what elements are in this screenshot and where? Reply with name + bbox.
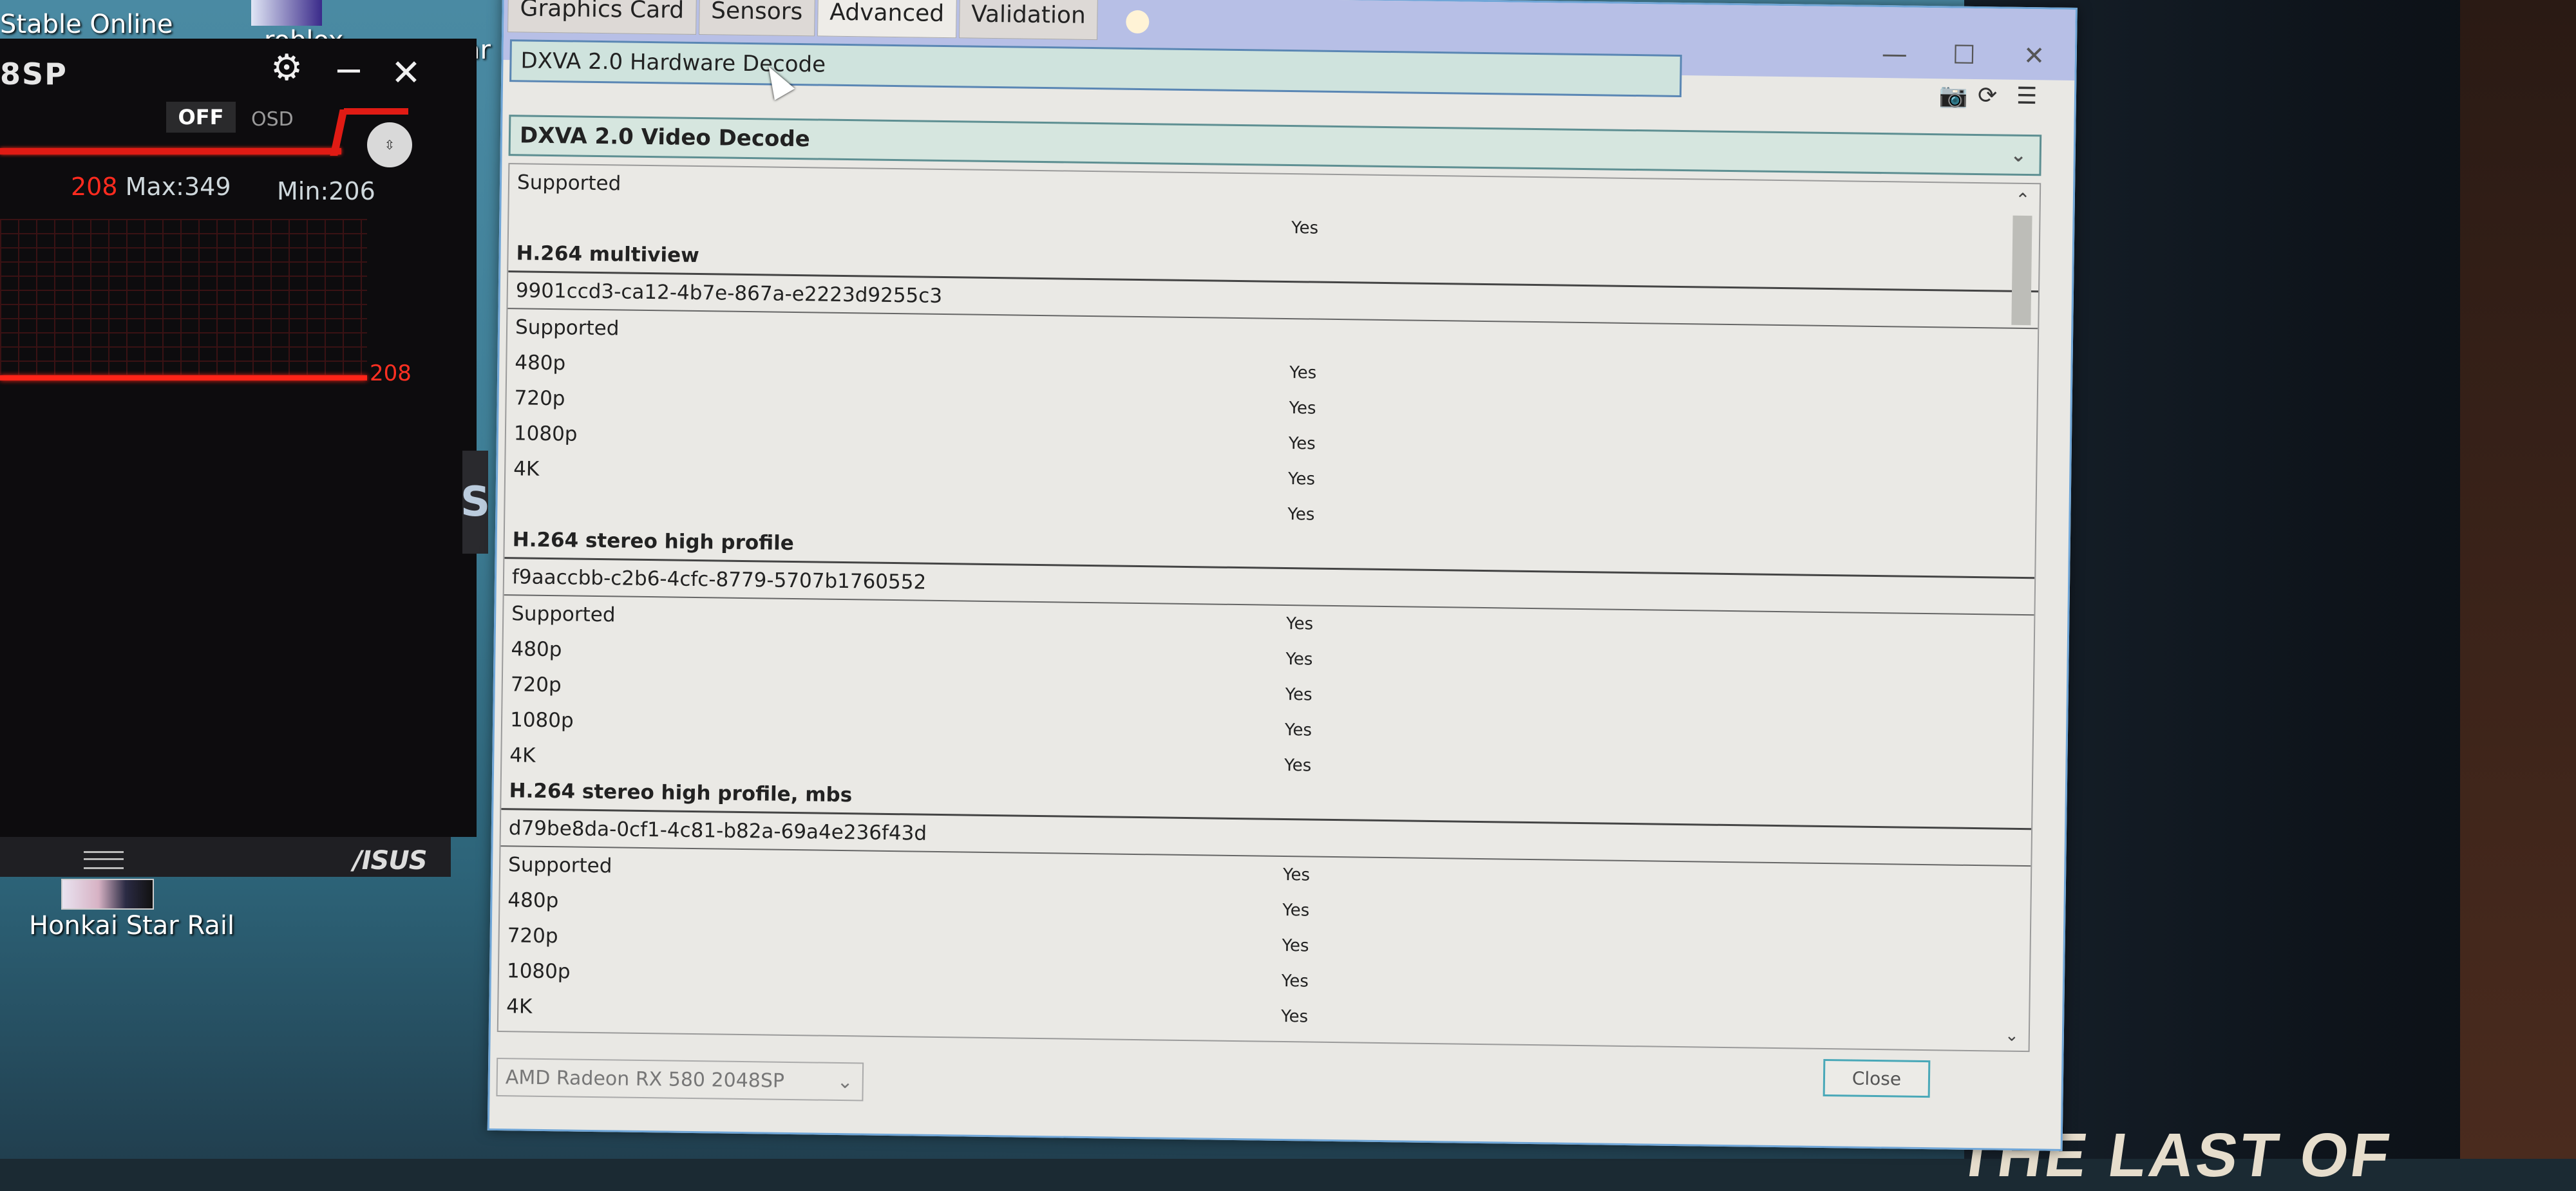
row-label: 4K <box>506 994 533 1018</box>
row-value: Yes <box>1285 614 1314 634</box>
monitor-graph-grid <box>0 219 367 380</box>
gear-icon[interactable]: ⚙ <box>270 50 303 86</box>
chevron-down-icon: ⌄ <box>837 1070 854 1093</box>
row-label: H.264 stereo high profile, mbs <box>509 778 853 807</box>
close-button[interactable]: Close <box>1823 1058 1931 1098</box>
scroll-down-icon[interactable]: ⌄ <box>1999 1026 2025 1046</box>
row-label: 480p <box>511 637 562 661</box>
close-window-button[interactable]: ✕ <box>2023 41 2045 71</box>
desktop-icon-stable-online[interactable]: Stable Online <box>0 10 173 39</box>
camera-icon[interactable]: 📷 <box>1939 82 1968 109</box>
row-label: Supported <box>511 601 616 626</box>
hamburger-menu-icon[interactable] <box>84 851 124 869</box>
close-icon[interactable]: ✕ <box>391 55 421 91</box>
row-value: Yes <box>1285 684 1312 705</box>
row-value: Yes <box>1282 865 1311 885</box>
row-label: 1080p <box>506 959 571 984</box>
max-value: Max:349 <box>125 173 231 201</box>
row-label: 480p <box>515 350 566 375</box>
monitor-graph-value: 208 <box>370 361 412 386</box>
monitor-graph-line <box>0 375 367 380</box>
row-value: Yes <box>1282 900 1310 921</box>
row-value: Yes <box>1289 398 1316 418</box>
desktop-icon-honkai-star-rail[interactable]: Honkai Star Rail <box>29 911 234 941</box>
refresh-icon[interactable]: ⟳ <box>1978 82 1998 109</box>
decoder-list: Supported Yes H.264 multiview 9901ccd3-ca12… <box>497 163 2041 1053</box>
row-label: H.264 multiview <box>516 241 699 267</box>
row-label: 720p <box>514 386 565 410</box>
row-value: Yes <box>1289 362 1317 383</box>
row-value: Yes <box>1280 1006 1309 1027</box>
honkai-star-rail-icon[interactable] <box>61 879 154 910</box>
minimize-icon[interactable]: − <box>334 53 364 89</box>
row-value: Yes <box>1281 971 1309 991</box>
side-panel-tab[interactable]: S <box>460 451 491 554</box>
row-value: Yes <box>1285 649 1313 670</box>
gpu-select-value: AMD Radeon RX 580 2048SP <box>505 1065 785 1093</box>
tab-validation[interactable]: Validation <box>958 0 1099 41</box>
tab-sensors[interactable]: Sensors <box>698 0 815 37</box>
row-label: Supported <box>515 315 620 340</box>
row-label: d79be8da-0cf1-4c81-b82a-69a4e236f43d <box>508 816 927 845</box>
osd-toggle-off[interactable]: OFF <box>166 102 236 133</box>
maximize-button[interactable]: ☐ <box>1953 40 1976 70</box>
gpu-select[interactable]: AMD Radeon RX 580 2048SP ⌄ <box>496 1058 864 1102</box>
row-label: H.264 stereo high profile <box>512 527 795 555</box>
row-label: 1080p <box>509 708 574 733</box>
row-label: 720p <box>507 923 558 948</box>
chevron-down-icon: ⌄ <box>2010 144 2027 167</box>
gpu-z-window: Graphics Card Sensors Advanced Validatio… <box>487 0 2078 1151</box>
monitor-edge <box>2460 0 2576 1159</box>
tab-graphics-card[interactable]: Graphics Card <box>507 0 697 35</box>
minimize-button[interactable]: — <box>1882 39 1908 70</box>
dropdown-value: DXVA 2.0 Video Decode <box>519 122 811 153</box>
osd-toggle-label[interactable]: OSD <box>251 108 294 131</box>
row-value: Yes <box>1287 504 1315 525</box>
menu-icon[interactable]: ☰ <box>2016 83 2038 109</box>
light-glare <box>1126 10 1150 34</box>
min-value: Min:206 <box>277 177 375 205</box>
row-value: Yes <box>1291 218 1319 238</box>
row-value: Yes <box>1287 469 1316 489</box>
row-label: 4K <box>513 456 540 481</box>
roblox-icon[interactable] <box>251 0 322 26</box>
row-label: H.264 variable-length, no film grain <box>506 1029 909 1053</box>
expand-collapse-knob-icon[interactable]: ⇳ <box>367 122 412 167</box>
scroll-thumb[interactable] <box>2011 215 2032 326</box>
row-value: Yes <box>1282 935 1309 956</box>
row-label: 1080p <box>513 421 578 446</box>
tab-advanced[interactable]: Advanced <box>817 0 957 39</box>
row-value: Yes <box>1284 755 1312 776</box>
gpu-model-fragment: 8SP <box>0 57 68 91</box>
current-value: 208 <box>71 173 118 201</box>
asus-logo: /ISUS <box>353 846 428 876</box>
stat-readout: 208 Max:349 <box>71 173 231 201</box>
row-label: 480p <box>507 888 559 912</box>
row-value: Yes <box>1284 720 1312 740</box>
row-label: 720p <box>510 672 562 697</box>
row-label: f9aaccbb-c2b6-4cfc-8779-5707b1760552 <box>511 565 927 594</box>
row-label: Supported <box>507 852 612 877</box>
row-label: 9901ccd3-ca12-4b7e-867a-e2223d9255c3 <box>515 278 943 308</box>
link-icon: S <box>460 478 491 526</box>
accent-line <box>0 148 341 155</box>
row-label: 4K <box>509 743 536 767</box>
row-label: Supported <box>516 170 621 195</box>
row-value: Yes <box>1288 433 1316 454</box>
accent-line-top <box>344 108 408 115</box>
scroll-up-icon[interactable]: ⌃ <box>2010 189 2036 211</box>
